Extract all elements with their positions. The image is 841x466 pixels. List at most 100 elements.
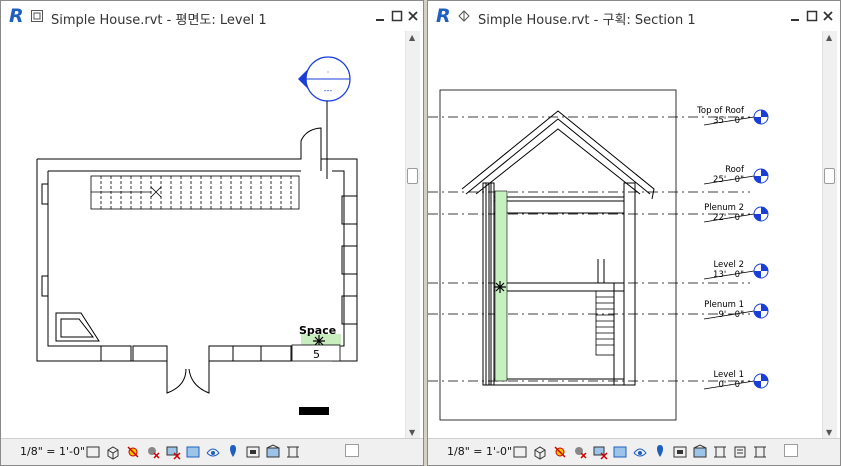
section-view-control-bar: 1/8" = 1'-0"	[428, 438, 840, 465]
revit-app-icon: R	[436, 5, 451, 27]
horizontal-scroll-thumb[interactable]	[345, 444, 359, 457]
highlight-displacement-icon[interactable]	[692, 443, 708, 461]
reveal-hidden-icon[interactable]	[225, 443, 241, 461]
floor-plan-view-window[interactable]: R Simple House.rvt - 평면도: Level 1 Space …	[0, 0, 424, 466]
section-marker[interactable]	[299, 407, 329, 415]
minimize-icon[interactable]	[374, 10, 386, 22]
level-head[interactable]: Level 10' - 0"	[703, 370, 769, 390]
analytical-model-icon[interactable]	[245, 443, 261, 461]
temporary-hide-icon[interactable]	[205, 443, 221, 461]
section-view-window[interactable]: R Simple House.rvt - 구획: Section 1 Top o…	[427, 0, 841, 466]
scroll-up-arrow-icon[interactable]: ▲	[826, 33, 832, 42]
level-elevation: 0' - 0"	[718, 380, 744, 390]
level-head-quadrant	[754, 271, 761, 278]
reveal-hidden-icon[interactable]	[652, 443, 668, 461]
level-name: Plenum 2	[704, 203, 744, 213]
level-name: Top of Roof	[696, 106, 745, 116]
level-head-quadrant	[761, 169, 768, 176]
section-horizontal-scrollbar[interactable]	[782, 443, 822, 459]
stairs[interactable]	[90, 175, 300, 210]
level-head-quadrant	[761, 264, 768, 271]
elevation-marker-bottom-text: ---	[324, 86, 333, 95]
space-number[interactable]: 5	[313, 348, 320, 361]
section-window-title: Simple House.rvt - 구획: Section 1	[478, 13, 696, 28]
front-door[interactable]	[166, 361, 210, 394]
crop-region[interactable]	[439, 89, 677, 421]
close-icon[interactable]	[407, 10, 419, 22]
floor-plan-vertical-scrollbar[interactable]: ▲ ▼	[405, 31, 420, 439]
analytical-model-icon[interactable]	[672, 443, 688, 461]
level-elevation: 25' - 0"	[713, 175, 744, 185]
level-head-quadrant	[754, 176, 761, 183]
highlight-displacement-icon[interactable]	[265, 443, 281, 461]
minimize-icon[interactable]	[789, 10, 801, 22]
level-head-quadrant	[754, 117, 761, 124]
detail-level-icon[interactable]	[512, 443, 528, 461]
level-head[interactable]: Top of Roof35' - 0"	[696, 106, 769, 126]
floor-plan-horizontal-scrollbar[interactable]	[309, 443, 403, 459]
show-crop-icon[interactable]	[612, 443, 628, 461]
visual-style-icon[interactable]	[532, 443, 548, 461]
revit-app-icon: R	[9, 5, 24, 27]
floor-plan-window-title: Simple House.rvt - 평면도: Level 1	[51, 13, 267, 28]
level-elevation: 9' - 0"	[718, 310, 744, 320]
shadows-icon[interactable]	[145, 443, 161, 461]
level-head-quadrant	[761, 110, 768, 117]
vertical-scroll-thumb[interactable]	[824, 168, 835, 184]
shadows-icon[interactable]	[572, 443, 588, 461]
level-head[interactable]: Level 213' - 0"	[703, 260, 769, 280]
level-head-quadrant	[761, 374, 768, 381]
level-head-quadrant	[761, 304, 768, 311]
level-head[interactable]: Plenum 222' - 0"	[703, 203, 769, 223]
temporary-properties-icon[interactable]	[732, 443, 748, 461]
level-head-quadrant	[754, 214, 761, 221]
level-name: Roof	[725, 165, 745, 175]
reveal-constraints-icon[interactable]	[285, 443, 301, 461]
level-name: Level 2	[713, 260, 744, 270]
crop-view-icon[interactable]	[592, 443, 608, 461]
level-head[interactable]: Roof25' - 0"	[703, 165, 769, 185]
level-head-quadrant	[754, 311, 761, 318]
show-crop-icon[interactable]	[185, 443, 201, 461]
floor-plan-titlebar[interactable]: R Simple House.rvt - 평면도: Level 1	[1, 1, 423, 31]
section-canvas[interactable]: Top of Roof35' - 0"Roof25' - 0"Plenum 22…	[428, 31, 822, 441]
level-head-quadrant	[754, 381, 761, 388]
view-scale[interactable]: 1/8" = 1'-0"	[447, 445, 512, 458]
maximize-icon[interactable]	[391, 10, 403, 22]
level-lines	[428, 116, 750, 382]
level-heads: Top of Roof35' - 0"Roof25' - 0"Plenum 22…	[696, 106, 769, 390]
level-elevation: 13' - 0"	[713, 270, 744, 280]
maximize-icon[interactable]	[806, 10, 818, 22]
temporary-hide-icon[interactable]	[632, 443, 648, 461]
view-scale[interactable]: 1/8" = 1'-0"	[20, 445, 85, 458]
elevation-marker[interactable]: · ---	[298, 56, 351, 128]
scroll-down-arrow-icon[interactable]: ▼	[409, 428, 415, 437]
horizontal-scroll-thumb[interactable]	[784, 444, 798, 457]
close-icon[interactable]	[822, 10, 834, 22]
scroll-down-arrow-icon[interactable]: ▼	[826, 428, 832, 437]
section-vertical-scrollbar[interactable]: ▲ ▼	[822, 31, 837, 439]
floor-plan-view-icon	[31, 10, 43, 22]
building-section	[461, 110, 655, 386]
reveal-constraints-icon[interactable]	[712, 443, 728, 461]
space-label[interactable]: Space	[299, 324, 336, 337]
floor-plan-canvas[interactable]: Space 5 · ---	[1, 31, 405, 441]
worksharing-icon[interactable]	[752, 443, 768, 461]
level-name: Plenum 1	[704, 300, 744, 310]
level-elevation: 35' - 0"	[713, 116, 744, 126]
level-elevation: 22' - 0"	[713, 213, 744, 223]
vertical-scroll-thumb[interactable]	[407, 168, 418, 184]
level-name: Level 1	[713, 370, 744, 380]
crop-view-icon[interactable]	[165, 443, 181, 461]
sun-path-icon[interactable]	[125, 443, 141, 461]
scroll-up-arrow-icon[interactable]: ▲	[409, 33, 415, 42]
level-head-quadrant	[761, 207, 768, 214]
detail-level-icon[interactable]	[85, 443, 101, 461]
visual-style-icon[interactable]	[105, 443, 121, 461]
level-head[interactable]: Plenum 19' - 0"	[703, 300, 769, 320]
section-titlebar[interactable]: R Simple House.rvt - 구획: Section 1	[428, 1, 840, 31]
elevation-marker-top-text: ·	[327, 68, 330, 77]
section-stairs[interactable]	[595, 290, 615, 356]
sun-path-icon[interactable]	[552, 443, 568, 461]
section-view-icon	[458, 10, 470, 22]
